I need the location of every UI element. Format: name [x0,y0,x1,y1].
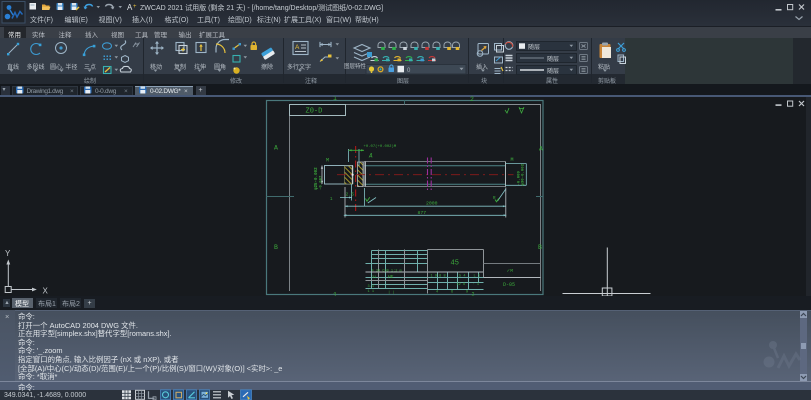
svg-text:B: B [538,244,542,251]
svg-text:4 34 C99 1:2 m: 4 34 C99 1:2 m [372,269,402,273]
svg-text:随层: 随层 [528,43,540,51]
svg-text:45: 45 [451,260,459,268]
svg-text:| |: | | [388,290,394,295]
svg-text:6: 6 [451,291,453,295]
svg-text:1 9 8 8: 1 9 8 8 [431,275,446,279]
svg-text:M: M [511,157,514,163]
svg-text:2000: 2000 [426,201,438,207]
svg-text:4: 4 [436,291,438,295]
svg-text:✓M: ✓M [507,268,514,274]
svg-text:X: X [43,287,49,296]
svg-text:A: A [368,153,373,160]
svg-text:· 1: · 1 [473,283,479,287]
svg-text:1: 1 [333,292,337,299]
svg-text:5 4: 5 4 [459,275,465,279]
svg-text:A: A [539,146,543,153]
svg-text:9: 9 [466,291,468,295]
svg-text:2: 2 [472,292,475,298]
svg-text:A: A [274,145,278,152]
svg-text:Y: Y [5,249,11,258]
svg-text:Z0-D: Z0-D [306,108,323,116]
svg-text:877: 877 [418,210,427,216]
svg-text:φ25-0.002: φ25-0.002 [314,167,319,190]
svg-text:1 1: 1 1 [368,290,374,294]
svg-text:φ30-0.002: φ30-0.002 [522,163,526,185]
svg-text:12 9: 12 9 [457,283,466,287]
svg-text:A: A [295,44,300,51]
svg-text:D-05: D-05 [503,282,515,288]
svg-text:31: 31 [372,276,376,280]
svg-text:-0.007: -0.007 [320,175,324,190]
svg-text:2.5: 2.5 [346,191,355,197]
svg-text:-0.009: -0.009 [518,170,522,185]
svg-text:+: + [133,4,137,10]
svg-text:2: 2 [470,96,474,103]
svg-text:L 1: L 1 [474,275,480,279]
svg-text:M: M [326,158,329,164]
svg-text:随层: 随层 [547,67,559,75]
svg-text:B: B [274,244,278,251]
svg-text:HE: HE [388,274,394,280]
svg-text:随层: 随层 [547,55,559,63]
svg-text:1: 1 [333,95,337,102]
svg-text:1: 1 [330,198,333,202]
svg-text:3.1: 3.1 [368,285,374,289]
svg-text:+0.07(+0.002)M: +0.07(+0.002)M [364,144,397,149]
